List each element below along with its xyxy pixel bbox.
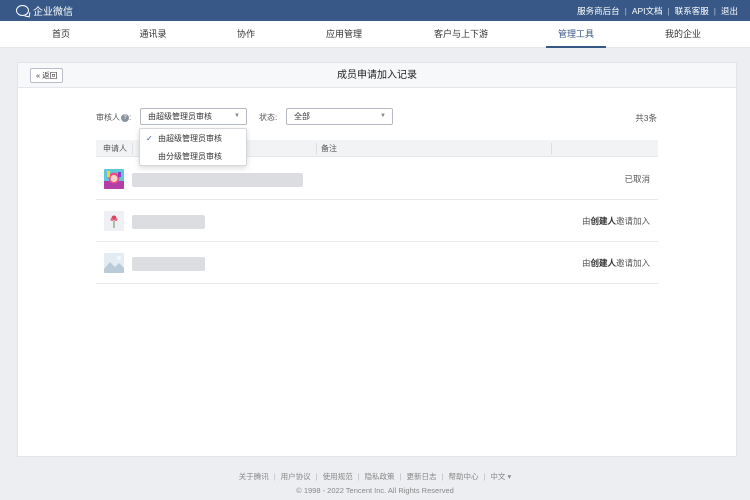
top-bar: 企业微信 服务商后台 | API文档 | 联系客服 | 退出: [0, 0, 750, 21]
column-divider: [132, 143, 133, 154]
dropdown-option-sub-admin[interactable]: 由分级管理员审核: [140, 148, 246, 166]
service-provider-link[interactable]: 服务商后台: [577, 5, 620, 17]
language-selector[interactable]: 中文 ▾: [490, 472, 511, 481]
row-status: 由创建人邀请加入: [582, 215, 650, 227]
status-label: 状态:: [259, 113, 278, 122]
nav-item-my-company[interactable]: 我的企业: [648, 21, 718, 48]
reviewer-label-text: 审核人: [96, 113, 120, 122]
chat-bubble-icon: [16, 5, 29, 16]
main-nav: 首页 通讯录 协作 应用管理 客户与上下游 管理工具 我的企业: [0, 21, 750, 48]
redacted-info: [132, 257, 205, 271]
status-select[interactable]: 全部 ▼: [286, 108, 393, 125]
status-select-value: 全部: [294, 112, 310, 121]
table-row[interactable]: 由创建人邀请加入: [96, 200, 658, 242]
row-status: 由创建人邀请加入: [582, 257, 650, 269]
column-divider: [316, 143, 317, 154]
status-suffix: 邀请加入: [615, 216, 650, 226]
separator: |: [713, 5, 716, 16]
help-icon[interactable]: ?: [121, 113, 129, 122]
landscape-avatar-image: [104, 253, 124, 273]
redacted-info: [132, 215, 205, 229]
top-links: 服务商后台 | API文档 | 联系客服 | 退出: [577, 0, 738, 21]
check-icon: ✓: [146, 134, 153, 143]
column-remark: 备注: [321, 144, 337, 153]
nav-item-home[interactable]: 首页: [26, 21, 96, 48]
result-count: 共3条: [635, 113, 657, 123]
contact-support-link[interactable]: 联系客服: [675, 5, 709, 17]
caret-down-icon: ▼: [380, 113, 386, 119]
separator: |: [441, 472, 444, 481]
nav-item-app-management[interactable]: 应用管理: [309, 21, 379, 48]
separator: |: [483, 472, 486, 481]
nav-item-customers[interactable]: 客户与上下游: [418, 21, 504, 48]
footer-link-help[interactable]: 帮助中心: [448, 472, 478, 481]
footer-link-changelog[interactable]: 更新日志: [407, 472, 437, 481]
separator: |: [273, 472, 276, 481]
caret-down-icon: ▼: [234, 113, 240, 119]
reviewer-label: 审核人?:: [96, 112, 131, 123]
avatar: [104, 253, 124, 273]
column-divider: [551, 143, 552, 154]
copyright: © 1998 - 2022 Tencent Inc. All Rights Re…: [296, 486, 454, 495]
panel-header: « 返回 成员申请加入记录: [18, 63, 736, 88]
reviewer-label-colon: :: [129, 113, 132, 122]
table-row[interactable]: 由创建人邀请加入: [96, 242, 658, 284]
avatar: [104, 169, 124, 189]
footer-link-privacy[interactable]: 隐私政策: [365, 472, 395, 481]
cartoon-avatar-image: [104, 169, 124, 189]
separator: |: [315, 472, 318, 481]
nav-item-collaboration[interactable]: 协作: [211, 21, 281, 48]
status-creator: 创建人: [590, 258, 616, 268]
logout-link[interactable]: 退出: [721, 5, 738, 17]
reviewer-select-value: 由超级管理员审核: [148, 112, 212, 121]
dropdown-option-label: 由超级管理员审核: [158, 134, 222, 143]
footer-links: 关于腾讯 | 用户协议 | 使用规范 | 隐私政策 | 更新日志 | 帮助中心 | 中文 ▾: [0, 471, 750, 482]
brand-name: 企业微信: [33, 7, 73, 18]
reviewer-dropdown-menu: ✓ 由超级管理员审核 由分级管理员审核: [139, 128, 247, 166]
separator: |: [624, 5, 627, 16]
separator: |: [357, 472, 360, 481]
column-applicant: 申请人: [103, 144, 127, 153]
dropdown-option-label: 由分级管理员审核: [158, 152, 222, 161]
api-docs-link[interactable]: API文档: [632, 5, 663, 17]
separator: |: [399, 472, 402, 481]
nav-item-admin-tools[interactable]: 管理工具: [546, 21, 606, 48]
footer-link-user-agreement[interactable]: 用户协议: [281, 472, 311, 481]
nav-item-contacts[interactable]: 通讯录: [118, 21, 188, 48]
row-status: 已取消: [624, 174, 650, 184]
status-suffix: 邀请加入: [615, 258, 650, 268]
status-creator: 创建人: [590, 216, 616, 226]
flower-avatar-image: [104, 211, 124, 231]
brand-logo[interactable]: 企业微信: [16, 3, 73, 18]
dropdown-option-super-admin[interactable]: ✓ 由超级管理员审核: [140, 130, 246, 148]
separator: |: [667, 5, 670, 16]
avatar: [104, 211, 124, 231]
footer-link-usage-rules[interactable]: 使用规范: [323, 472, 353, 481]
redacted-info: [132, 173, 303, 187]
page-title: 成员申请加入记录: [337, 70, 417, 81]
footer-link-about[interactable]: 关于腾讯: [239, 472, 269, 481]
reviewer-select[interactable]: 由超级管理员审核 ▼: [140, 108, 247, 125]
